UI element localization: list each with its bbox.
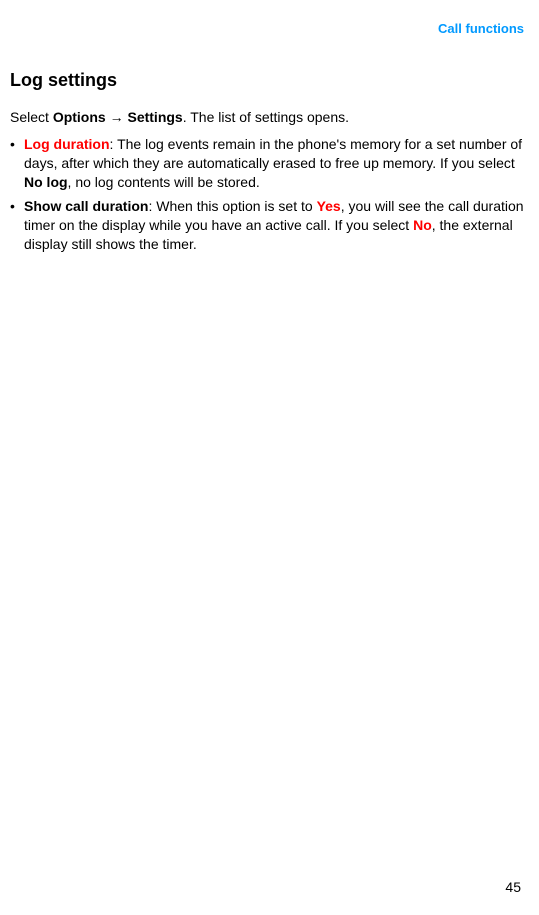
- intro-options-word: Options: [53, 109, 106, 125]
- bullet-inner-bold: No log: [24, 174, 68, 190]
- bullet-inner-bold2: No: [413, 217, 432, 233]
- bullet-body: Show call duration: When this option is …: [24, 197, 524, 254]
- intro-settings-word: Settings: [127, 109, 182, 125]
- bullet-inner-bold: Yes: [317, 198, 341, 214]
- intro-prefix: Select: [10, 109, 53, 125]
- bullet-label: Show call duration: [24, 198, 148, 214]
- bullet-text-after: , no log contents will be stored.: [68, 174, 260, 190]
- bullet-marker: •: [10, 135, 24, 192]
- bullet-item: • Log duration: The log events remain in…: [10, 135, 529, 192]
- bullet-label: Log duration: [24, 136, 110, 152]
- bullet-item: • Show call duration: When this option i…: [10, 197, 529, 254]
- intro-text: Select Options → Settings. The list of s…: [10, 108, 529, 127]
- bullet-body: Log duration: The log events remain in t…: [24, 135, 524, 192]
- page-title: Log settings: [10, 68, 529, 92]
- intro-arrow: →: [106, 109, 128, 125]
- intro-suffix: . The list of settings opens.: [183, 109, 349, 125]
- page-number: 45: [505, 878, 521, 897]
- bullet-text: : When this option is set to: [148, 198, 316, 214]
- bullet-marker: •: [10, 197, 24, 254]
- header-section-label: Call functions: [10, 20, 529, 38]
